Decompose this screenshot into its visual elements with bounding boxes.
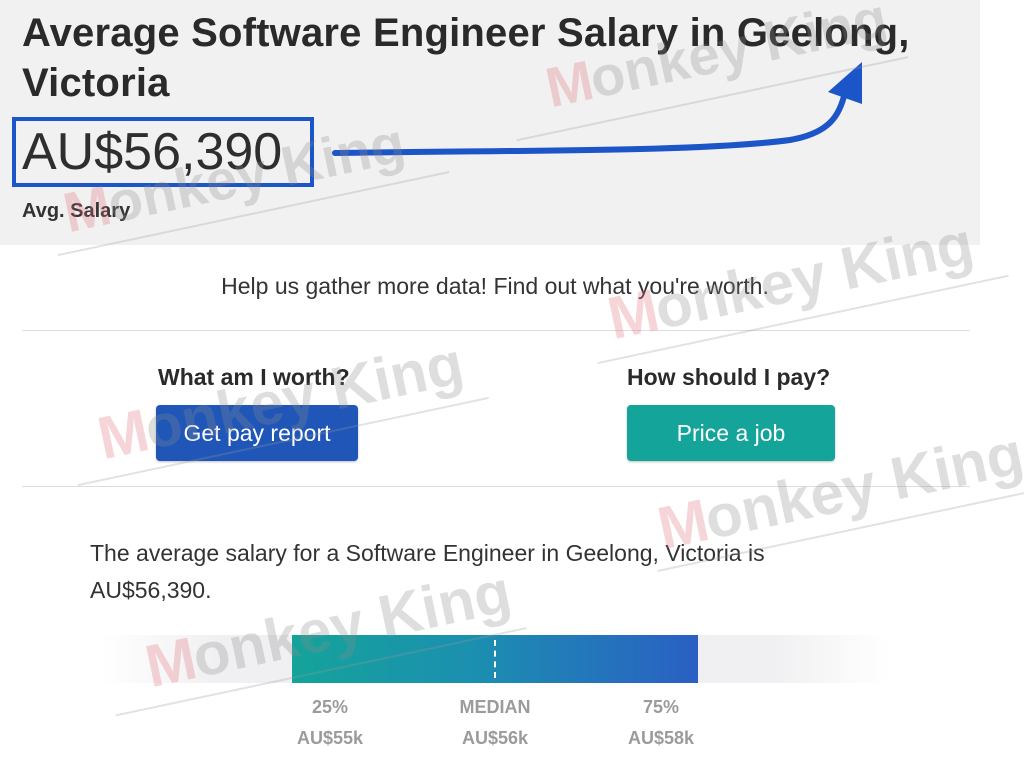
price-a-job-button[interactable]: Price a job xyxy=(627,405,835,461)
worth-heading: What am I worth? xyxy=(158,364,350,390)
annotation-arrow xyxy=(332,62,862,156)
median-label: MEDIAN xyxy=(459,697,531,717)
help-text: Help us gather more data! Find out what … xyxy=(221,273,769,299)
salary-summary-text: The average salary for a Software Engine… xyxy=(90,540,765,603)
percentile-75: 75% AU$58k xyxy=(601,692,721,754)
median-value: AU$56k xyxy=(461,728,529,748)
percentile-25: 25% AU$55k xyxy=(270,692,390,754)
divider-bottom xyxy=(22,486,970,487)
percentile-median: MEDIAN AU$56k xyxy=(435,692,555,754)
percentile-75-label: 75% xyxy=(642,697,680,717)
svg-text:M: M xyxy=(92,396,155,472)
percentile-75-value: AU$58k xyxy=(627,728,695,748)
pay-heading: How should I pay? xyxy=(627,364,831,390)
median-marker xyxy=(494,640,496,678)
divider-top xyxy=(22,330,970,331)
percentile-25-label: 25% xyxy=(311,697,349,717)
get-pay-report-button[interactable]: Get pay report xyxy=(156,405,358,461)
percentile-25-value: AU$55k xyxy=(296,728,364,748)
